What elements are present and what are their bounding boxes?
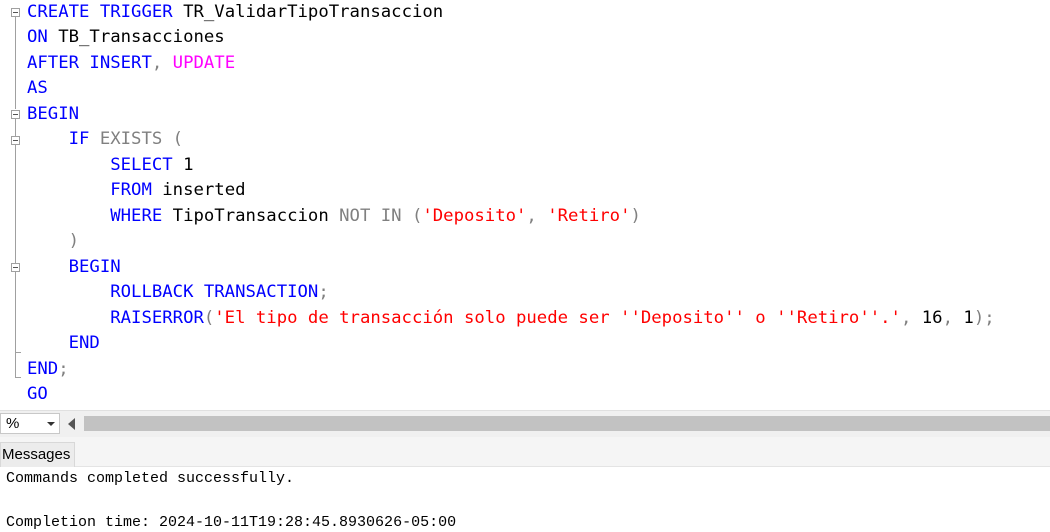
keyword: END: [68, 333, 100, 353]
code-line-11: BEGIN: [27, 255, 121, 280]
code-line-13: RAISERROR('El tipo de transacción solo p…: [27, 306, 995, 331]
tab-messages[interactable]: Messages: [0, 442, 76, 467]
string-literal: 'Deposito': [422, 206, 527, 226]
number-literal: 1: [963, 308, 974, 328]
punctuation: ,: [942, 308, 964, 328]
message-line-2: Completion time: 2024-10-11T19:28:45.893…: [6, 514, 457, 531]
chevron-down-icon[interactable]: [47, 422, 55, 426]
code-line-5: BEGIN: [27, 102, 79, 127]
code-line-15: END;: [27, 357, 69, 382]
code-line-8: FROM inserted: [27, 178, 246, 203]
collapse-if-exists-icon[interactable]: [11, 136, 20, 145]
code-line-12: ROLLBACK TRANSACTION;: [27, 280, 329, 305]
code-line-1: CREATE TRIGGER TR_ValidarTipoTransaccion: [27, 0, 443, 25]
collapse-create-trigger-icon[interactable]: [11, 8, 20, 17]
code-line-16: GO: [27, 382, 48, 407]
punctuation: ,: [526, 206, 548, 226]
identifier: inserted: [151, 180, 246, 200]
keyword: GO: [27, 384, 48, 404]
zoom-value: %: [6, 415, 20, 432]
punctuation: ;: [58, 359, 69, 379]
fold-guide: [15, 119, 16, 377]
function-keyword: UPDATE: [162, 53, 236, 73]
keyword: SELECT: [110, 155, 173, 175]
code-line-3: AFTER INSERT, UPDATE: [27, 51, 235, 76]
identifier: TipoTransaccion: [162, 206, 340, 226]
punctuation: ,: [900, 308, 922, 328]
keyword: IF: [68, 129, 90, 149]
keyword: AFTER INSERT: [27, 53, 152, 73]
punctuation: ): [68, 231, 80, 251]
number-literal: 16: [921, 308, 943, 328]
collapse-begin-icon[interactable]: [11, 110, 20, 119]
keyword: AS: [27, 78, 48, 98]
code-line-14: END: [27, 331, 100, 356]
operator: NOT IN (: [339, 206, 423, 226]
punctuation: );: [973, 308, 995, 328]
keyword: ROLLBACK TRANSACTION: [110, 282, 319, 302]
messages-pane: Commands completed successfully. Complet…: [0, 467, 1050, 532]
message-line-1: Commands completed successfully.: [6, 470, 295, 487]
code-line-7: SELECT 1: [27, 153, 193, 178]
fold-end-marker: [15, 377, 21, 378]
editor-status-bar: %: [0, 410, 1050, 437]
identifier: TB_Transacciones: [47, 27, 225, 47]
fold-end-marker: [15, 352, 21, 353]
value: 1: [172, 155, 194, 175]
keyword: END: [27, 359, 59, 379]
punctuation: ,: [151, 53, 163, 73]
horizontal-scrollbar[interactable]: [84, 416, 1050, 431]
keyword: WHERE: [110, 206, 163, 226]
string-literal: 'Retiro': [547, 206, 631, 226]
keyword: BEGIN: [68, 257, 121, 277]
keyword: BEGIN: [27, 104, 80, 124]
code-line-9: WHERE TipoTransaccion NOT IN ('Deposito'…: [27, 204, 641, 229]
zoom-select[interactable]: %: [0, 413, 60, 434]
keyword: ON: [27, 27, 48, 47]
results-tabs: Messages: [0, 437, 1050, 467]
code-line-10: ): [27, 229, 79, 254]
collapse-inner-begin-icon[interactable]: [11, 263, 20, 272]
punctuation: ;: [318, 282, 329, 302]
punctuation: (: [203, 308, 215, 328]
query-editor[interactable]: CREATE TRIGGER TR_ValidarTipoTransaccion…: [0, 0, 1050, 410]
string-literal: 'El tipo de transacción solo puede ser '…: [214, 308, 901, 328]
fold-guide: [15, 17, 16, 109]
identifier: TR_ValidarTipoTransaccion: [172, 2, 444, 22]
function-name: RAISERROR: [110, 308, 204, 328]
keyword: FROM: [110, 180, 152, 200]
code-line-2: ON TB_Transacciones: [27, 25, 225, 50]
code-line-6: IF EXISTS (: [27, 127, 183, 152]
code-line-4: AS: [27, 76, 48, 101]
punctuation: ): [630, 206, 641, 226]
operator: EXISTS (: [89, 129, 184, 149]
keyword: CREATE TRIGGER: [27, 2, 173, 22]
scroll-left-arrow-icon[interactable]: [68, 418, 75, 430]
